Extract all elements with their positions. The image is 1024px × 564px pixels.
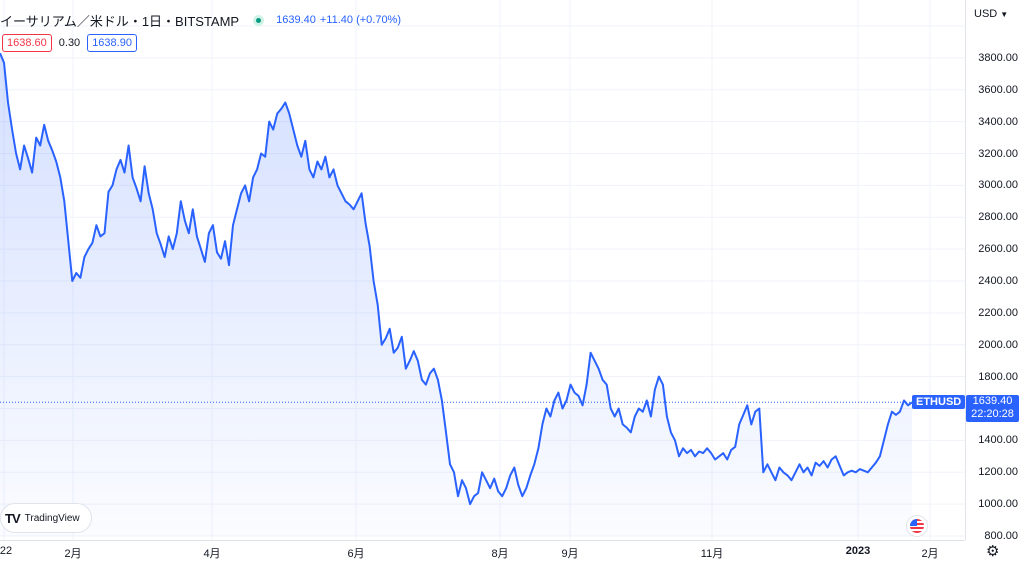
x-tick-label: 2月 xyxy=(921,548,939,560)
y-tick-label: 1800.00 xyxy=(978,370,1018,383)
y-tick-label: 3400.00 xyxy=(978,115,1018,128)
sell-button[interactable]: 1638.60 xyxy=(2,34,52,52)
currency-label: USD xyxy=(974,8,998,20)
price-change: +11.40 (+0.70%) xyxy=(319,14,402,26)
time-axis[interactable]: 22 2月 4月 6月 8月 9月 11月 2023 2月 xyxy=(0,540,965,564)
series-area-fill xyxy=(0,53,912,536)
y-tick-label: 2800.00 xyxy=(978,211,1018,224)
y-tick-label: 1000.00 xyxy=(978,498,1018,511)
x-tick-label: 9月 xyxy=(561,548,579,560)
us-flag-icon[interactable] xyxy=(906,515,928,537)
x-tick-label: 6月 xyxy=(347,548,365,560)
x-tick-label: 8月 xyxy=(491,548,509,560)
price-axis[interactable]: USD ▼ 3800.00 3600.00 3400.00 3200.00 3000.00… xyxy=(965,0,1024,542)
y-tick-label: 2000.00 xyxy=(978,338,1018,351)
x-tick-label: 22 xyxy=(0,545,13,557)
spread-value: 0.30 xyxy=(58,37,81,49)
x-tick-label: 2月 xyxy=(64,548,82,560)
symbol-header: イーサリアム／米ドル・1日・BITSTAMP 1639.40 +11.40 (+… xyxy=(0,11,401,29)
market-open-dot-icon xyxy=(253,14,265,26)
x-tick-label: 4月 xyxy=(203,548,221,560)
last-price-tag: 1639.40 22:20:28 xyxy=(966,395,1019,423)
countdown-timer: 22:20:28 xyxy=(971,408,1014,421)
bid-ask-panel: 1638.60 0.30 1638.90 xyxy=(0,34,137,52)
tradingview-logo[interactable]: TV TradingView xyxy=(0,503,92,533)
y-tick-label: 2200.00 xyxy=(978,306,1018,319)
y-tick-label: 3600.00 xyxy=(978,83,1018,96)
y-tick-label: 1400.00 xyxy=(978,434,1018,447)
chart-plot-area[interactable]: イーサリアム／米ドル・1日・BITSTAMP 1639.40 +11.40 (+… xyxy=(0,0,966,540)
y-tick-label: 3800.00 xyxy=(978,51,1018,64)
last-price: 1639.40 xyxy=(276,14,316,26)
y-tick-label: 2600.00 xyxy=(978,243,1018,256)
price-chart[interactable] xyxy=(0,0,965,540)
gear-icon[interactable]: ⚙ xyxy=(986,541,1000,563)
tradingview-logo-icon: TV xyxy=(5,510,21,526)
y-tick-label: 3200.00 xyxy=(978,147,1018,160)
symbol-price-label: ETHUSD xyxy=(912,395,966,410)
y-tick-label: 1200.00 xyxy=(978,466,1018,479)
chevron-down-icon: ▼ xyxy=(1000,10,1009,19)
y-tick-label: 3000.00 xyxy=(978,179,1018,192)
tradingview-logo-text: TradingView xyxy=(24,512,80,524)
buy-button[interactable]: 1638.90 xyxy=(87,34,137,52)
last-price-tag-value: 1639.40 xyxy=(972,395,1013,408)
x-tick-label: 11月 xyxy=(700,548,724,560)
x-tick-label: 2023 xyxy=(845,545,871,557)
symbol-title[interactable]: イーサリアム／米ドル・1日・BITSTAMP xyxy=(0,11,239,30)
currency-selector[interactable]: USD ▼ xyxy=(974,8,1008,20)
y-tick-label: 2400.00 xyxy=(978,275,1018,287)
